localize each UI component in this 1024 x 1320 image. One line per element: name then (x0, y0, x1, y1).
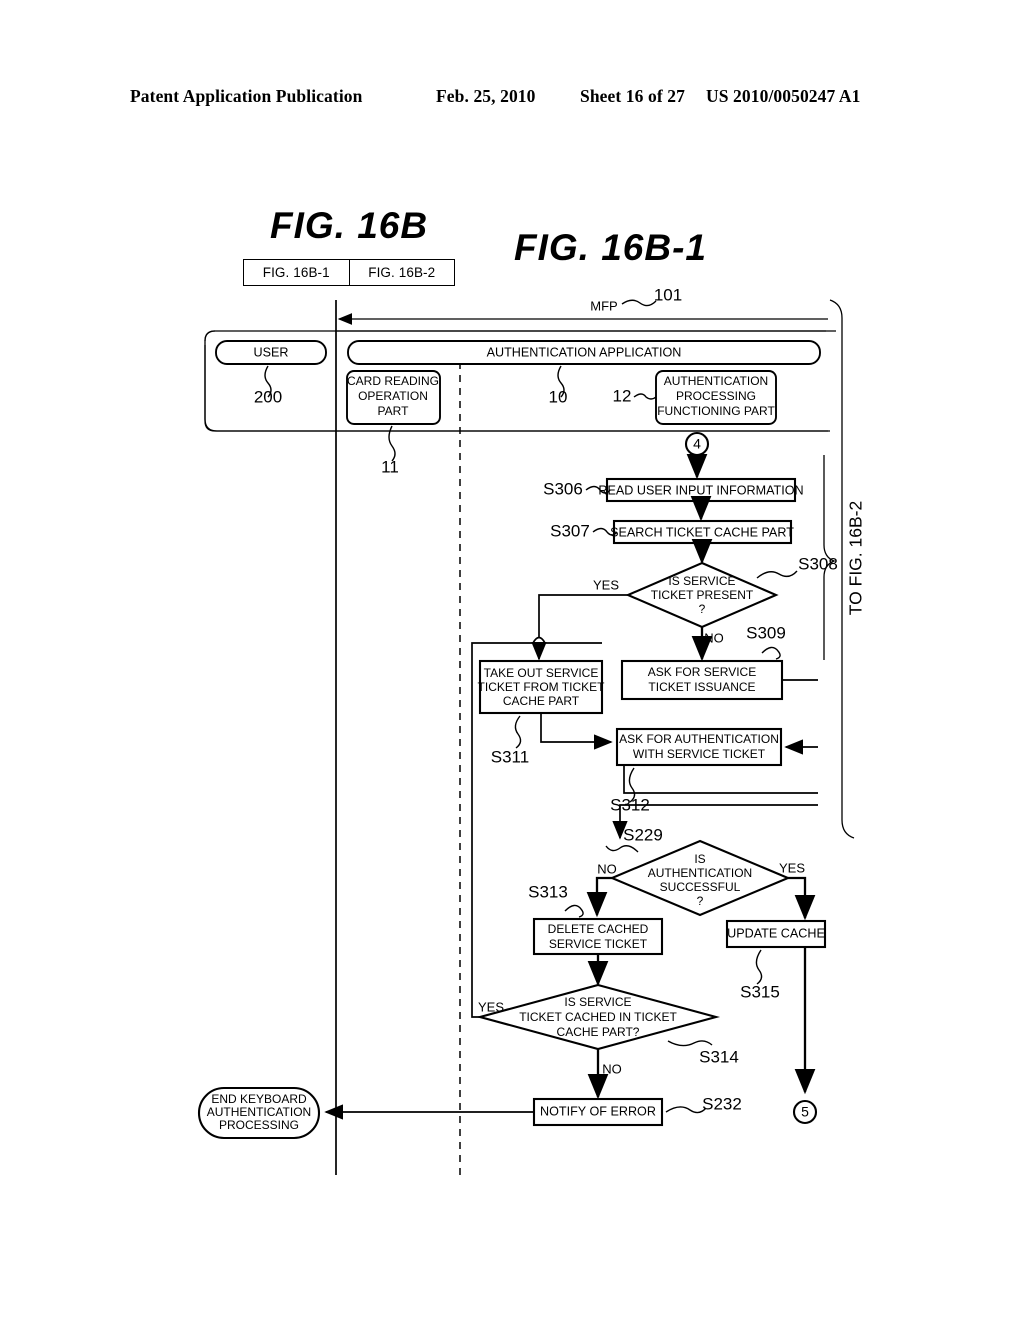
branch-label-s308-yes: YES (593, 577, 619, 592)
node-S309-line1: ASK FOR SERVICE (648, 665, 756, 679)
node-S232-label: NOTIFY OF ERROR (540, 1104, 656, 1118)
node-S312-line2: WITH SERVICE TICKET (633, 747, 766, 761)
node-S312: ASK FOR AUTHENTICATION WITH SERVICE TICK… (610, 727, 818, 840)
card-part-line3: PART (378, 404, 410, 418)
user-label: USER (254, 345, 289, 359)
node-S313-line1: DELETE CACHED (548, 922, 649, 936)
node-S308-line1: IS SERVICE (668, 574, 735, 588)
auth-part-ref: 12 (613, 386, 632, 405)
step-label-S315: S315 (740, 982, 780, 1001)
node-S307-label: SEARCH TICKET CACHE PART (610, 525, 794, 539)
branch-label-s314-yes: YES (478, 999, 504, 1014)
branch-label-s308-no: NO (704, 630, 724, 645)
node-S314-line3: CACHE PART? (557, 1025, 640, 1039)
branch-label-s229-yes: YES (779, 860, 805, 875)
flowchart-canvas: MFP 101 USER 200 AUTHENTICATION APPLICAT… (197, 285, 866, 1175)
auth-part-line1: AUTHENTICATION (664, 374, 768, 388)
connector-entry-symbol: 4 (693, 436, 701, 452)
mfp-label: MFP (590, 298, 617, 313)
user-lane-box: USER 200 (215, 340, 327, 406)
auth-part-line3: FUNCTIONING PART (657, 404, 775, 418)
node-S306-label: READ USER INPUT INFORMATION (598, 483, 803, 497)
card-part-ref: 11 (381, 457, 399, 476)
node-end-line1: END KEYBOARD (211, 1092, 307, 1106)
node-S314-line1: IS SERVICE (564, 995, 631, 1009)
step-label-S307: S307 (550, 521, 590, 540)
connector-exit-symbol: 5 (801, 1104, 809, 1120)
node-S315-label: UPDATE CACHE (727, 926, 825, 940)
branch-label-s229-no: NO (597, 861, 617, 876)
node-S314: IS SERVICE TICKET CACHED IN TICKET CACHE… (475, 983, 739, 1066)
step-label-S313: S313 (528, 882, 568, 901)
edge-S308-no: NO (691, 627, 724, 662)
step-label-S232: S232 (702, 1094, 742, 1113)
auth-application-label: AUTHENTICATION APPLICATION (487, 345, 682, 359)
step-label-S311: S311 (491, 747, 529, 766)
step-label-S229: S229 (623, 825, 663, 844)
user-ref: 200 (254, 387, 282, 406)
edge-S308-yes: YES (531, 577, 628, 661)
node-S311-line1: TAKE OUT SERVICE (484, 666, 599, 680)
node-S311-line2: TICKET FROM TICKET (478, 680, 606, 694)
node-S313-line2: SERVICE TICKET (549, 937, 648, 951)
auth-application-ref: 10 (549, 387, 568, 406)
card-part-line1: CARD READING (347, 374, 439, 388)
step-label-S314: S314 (699, 1047, 739, 1066)
card-reading-operation-part: CARD READING OPERATION PART 11 (346, 370, 441, 476)
node-S308: IS SERVICE TICKET PRESENT ? S308 (625, 554, 838, 629)
node-end-terminator: END KEYBOARD AUTHENTICATION PROCESSING (197, 1086, 321, 1140)
node-S311: TAKE OUT SERVICE TICKET FROM TICKET CACH… (478, 659, 613, 766)
edge-S229-yes: YES (779, 860, 816, 921)
auth-part-line2: PROCESSING (676, 389, 756, 403)
node-end-line2: AUTHENTICATION (207, 1105, 311, 1119)
patent-sheet: Patent Application Publication Feb. 25, … (0, 0, 1024, 1320)
edge-S314-no: NO (587, 1049, 622, 1100)
node-S229-line4: ? (697, 894, 704, 908)
continuation-label: TO FIG. 16B-2 (846, 501, 866, 615)
node-S229-line3: SUCCESSFUL (660, 880, 741, 894)
connector-entry: 4 (684, 431, 710, 480)
step-label-S306: S306 (543, 479, 583, 498)
node-S308-line3: ? (699, 602, 706, 616)
node-S315: UPDATE CACHE S315 (725, 919, 827, 1095)
node-S232: NOTIFY OF ERROR S232 (324, 1094, 742, 1127)
node-S308-line2: TICKET PRESENT (651, 588, 754, 602)
node-S229: IS AUTHENTICATION SUCCESSFUL ? S229 (605, 825, 791, 917)
node-S306: READ USER INPUT INFORMATION S306 (543, 477, 804, 522)
edge-S229-no: NO (586, 861, 617, 918)
node-S229-line2: AUTHENTICATION (648, 866, 752, 880)
card-part-line2: OPERATION (358, 389, 428, 403)
node-S311-line3: CACHE PART (503, 694, 580, 708)
branch-label-s314-no: NO (602, 1061, 622, 1076)
node-S313: DELETE CACHED SERVICE TICKET S313 (528, 882, 664, 987)
node-S307: SEARCH TICKET CACHE PART S307 (550, 519, 794, 565)
node-S229-line1: IS (694, 852, 705, 866)
step-label-S309: S309 (746, 623, 786, 642)
node-end-line3: PROCESSING (219, 1118, 299, 1132)
node-S309-line2: TICKET ISSUANCE (648, 680, 755, 694)
step-label-S308: S308 (798, 554, 838, 573)
node-S314-line2: TICKET CACHED IN TICKET (519, 1010, 677, 1024)
mfp-ref: 101 (654, 285, 682, 304)
connector-exit: 5 (792, 1099, 818, 1125)
node-S312-line1: ASK FOR AUTHENTICATION (619, 732, 779, 746)
auth-processing-functioning-part: AUTHENTICATION PROCESSING FUNCTIONING PA… (613, 370, 777, 425)
